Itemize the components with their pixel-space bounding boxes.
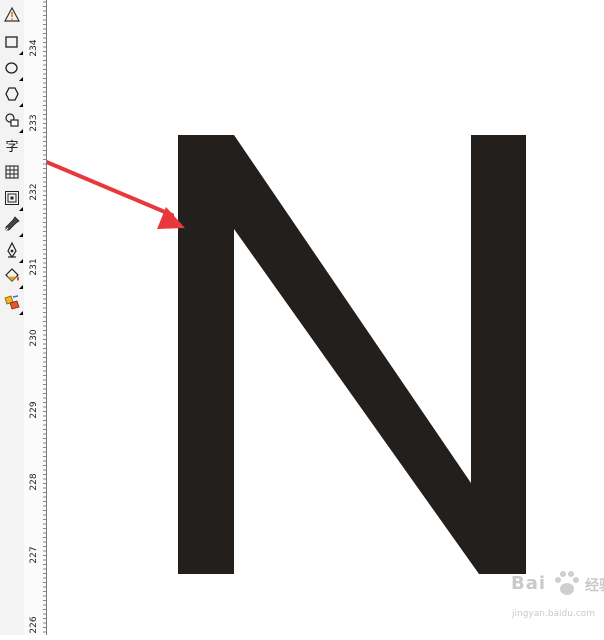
ruler-label: 233	[29, 114, 39, 132]
flyout-indicator	[19, 207, 23, 211]
rectangle-tool-button[interactable]	[1, 33, 23, 55]
ruler-label: 228	[29, 473, 39, 491]
watermark: Bai 经验 jingyan.baidu.com	[465, 567, 604, 631]
watermark-suffix: 经验	[585, 578, 604, 594]
annotation-arrow	[47, 159, 185, 229]
watermark-brand: Bai	[511, 573, 547, 594]
flyout-indicator	[19, 51, 23, 55]
interactive-fill-tool-button[interactable]	[1, 293, 23, 315]
watermark-url: jingyan.baidu.com	[512, 609, 596, 619]
table-icon	[3, 163, 21, 185]
ellipse-tool-button[interactable]	[1, 59, 23, 81]
flyout-indicator	[19, 129, 23, 133]
letter-n-shape[interactable]	[178, 135, 526, 574]
vertical-ruler[interactable]: 234 233 232 231 230 229 228 227 226	[24, 0, 47, 635]
ruler-label: 227	[29, 546, 39, 564]
flyout-indicator	[19, 103, 23, 107]
paw-print-icon	[555, 571, 579, 595]
smart-fill-tool-button[interactable]	[1, 6, 23, 28]
ruler-label: 226	[29, 616, 39, 634]
flyout-indicator	[19, 311, 23, 315]
drawing-canvas[interactable]: Bai 经验 jingyan.baidu.com	[47, 0, 604, 635]
text-tool-button[interactable]: 字	[1, 136, 23, 158]
table-tool-button[interactable]	[1, 163, 23, 185]
flyout-indicator	[19, 285, 23, 289]
ruler-label: 234	[29, 39, 39, 57]
ruler-label: 229	[29, 401, 39, 419]
outline-pen-tool-button[interactable]	[1, 241, 23, 263]
contour-tool-button[interactable]	[1, 189, 23, 211]
triangle-warning-icon	[3, 6, 21, 28]
artwork	[47, 135, 526, 574]
ruler-label: 231	[29, 258, 39, 276]
ruler-label: 232	[29, 183, 39, 201]
polygon-tool-button[interactable]	[1, 85, 23, 107]
flyout-indicator	[19, 233, 23, 237]
flyout-indicator	[19, 77, 23, 81]
toolbox: 字	[0, 0, 25, 635]
ruler-label: 230	[29, 329, 39, 347]
text-icon: 字	[5, 139, 19, 155]
fill-tool-button[interactable]	[1, 267, 23, 289]
flyout-indicator	[19, 259, 23, 263]
eyedropper-tool-button[interactable]	[1, 215, 23, 237]
basic-shapes-tool-button[interactable]	[1, 111, 23, 133]
